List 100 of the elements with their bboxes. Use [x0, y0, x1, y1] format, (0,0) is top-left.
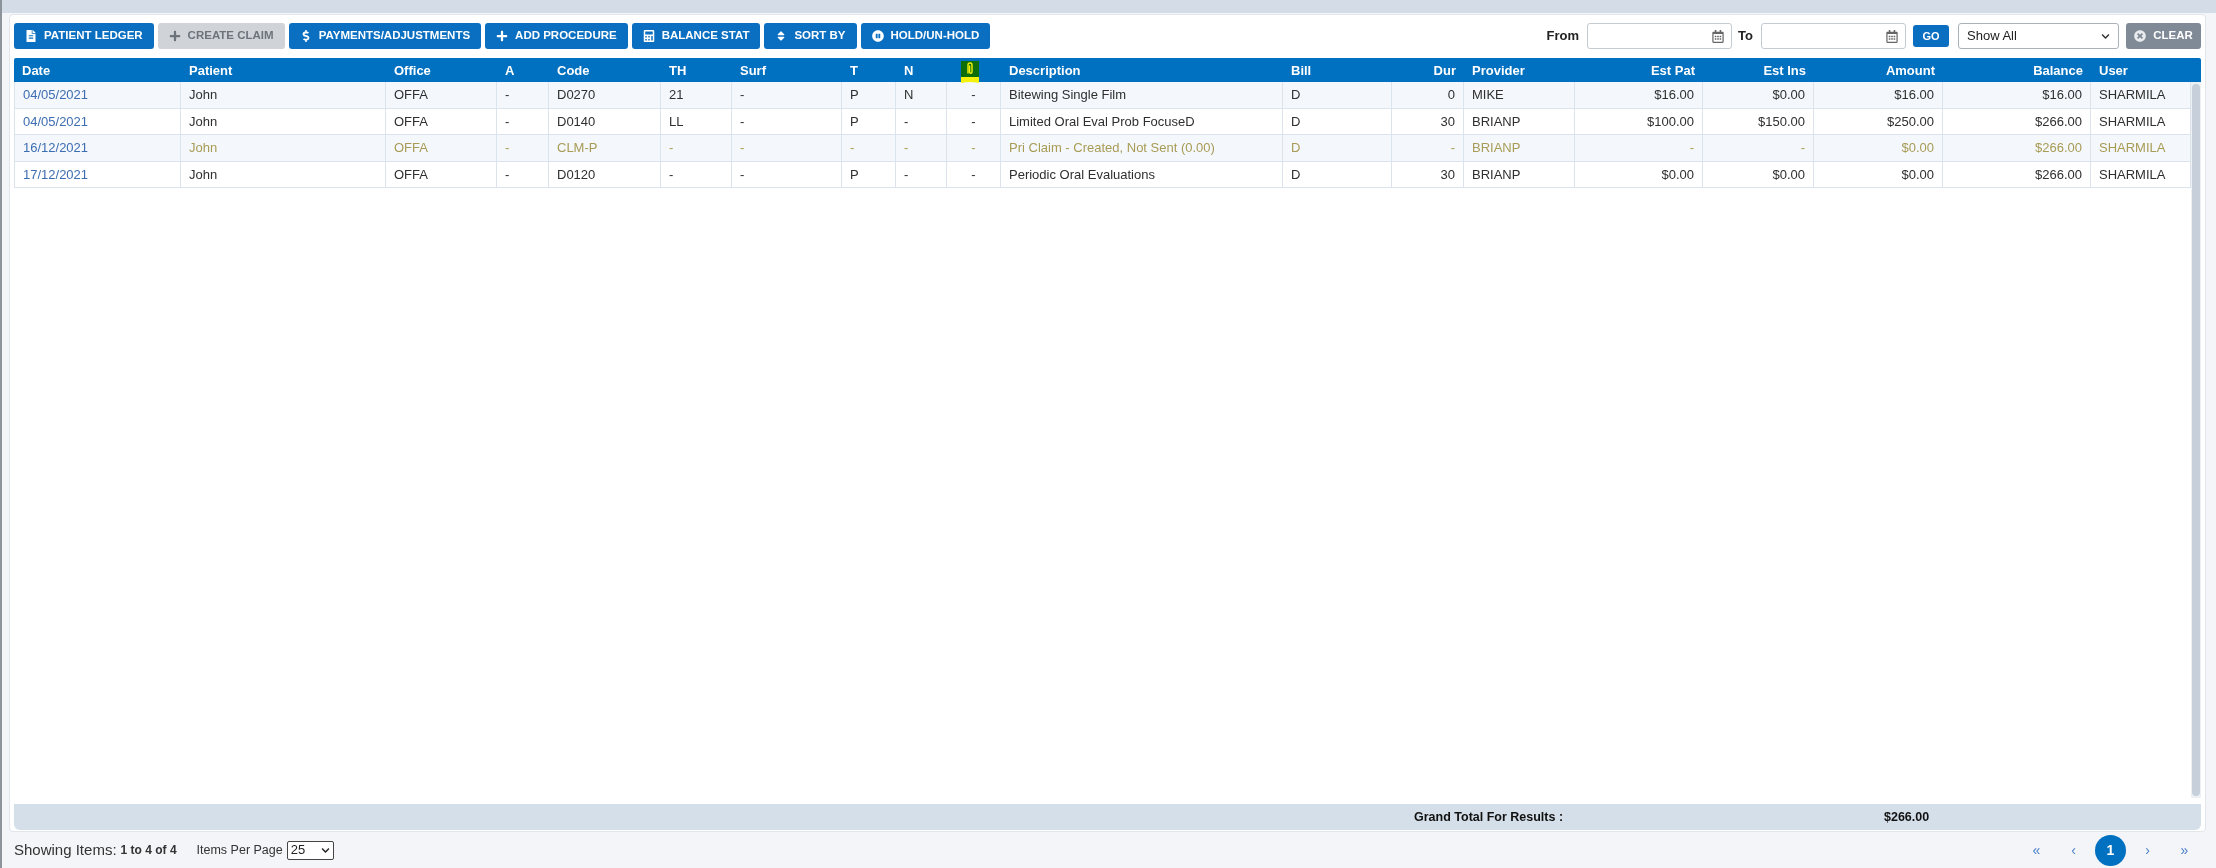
column-header[interactable]: Office [394, 61, 431, 81]
page-button[interactable]: » [2169, 834, 2200, 866]
table-row[interactable]: 04/05/2021 John OFFA - D0270 21 - P N - Bitewing Single Film D 0 MIKE $16.00 $0.00 $16.00 $16.00 SHARMILA [14, 82, 2191, 109]
toolbar-button[interactable]: HOLD/UN-HOLD [860, 23, 991, 49]
table-cell-text: D [1291, 165, 1301, 184]
grand-total-label: Grand Total For Results : [1414, 808, 1565, 826]
table-cell-text: - [505, 139, 510, 157]
table-cell-text: John [189, 139, 218, 157]
page-button[interactable]: « [2021, 834, 2052, 866]
date-link[interactable]: 04/05/2021 [23, 85, 89, 105]
table-cell-text: $266.00 [2035, 139, 2082, 157]
date-link[interactable]: 04/05/2021 [23, 111, 89, 131]
table-row[interactable]: 17/12/2021 John OFFA - D0120 - - P - - Periodic Oral Evaluations D 30 BRIANP $0.00 $0.00 $0.00 $266.00 SHARMILA [14, 161, 2191, 188]
table-cell-text: - [971, 165, 976, 184]
column-header[interactable]: Balance [2033, 61, 2083, 81]
table-cell-text: $16.00 [1894, 86, 1934, 104]
chevron-down-icon [2101, 31, 2110, 41]
column-header[interactable]: Bill [1291, 61, 1312, 81]
table-cell-text: - [1689, 139, 1694, 157]
column-header[interactable]: User [2099, 61, 2128, 81]
table-cell-text: - [971, 86, 976, 104]
table-cell-text: $0.00 [1772, 165, 1805, 184]
table-cell-text: $0.00 [1901, 139, 1934, 157]
column-header[interactable]: Date [22, 61, 51, 81]
close-icon [2134, 30, 2147, 42]
table-cell-text: P [850, 86, 859, 104]
page-button[interactable]: 1 [2095, 834, 2126, 866]
table-cell-text: - [740, 86, 745, 104]
highlighted-paperclip-icon [959, 60, 981, 84]
table-cell-text: - [971, 112, 976, 131]
table-cell-text: N [904, 86, 914, 104]
table-cell-text: $16.00 [2042, 86, 2082, 104]
toolbar-button[interactable]: SORT BY [764, 23, 857, 49]
column-header[interactable]: N [904, 61, 914, 81]
toolbar-button[interactable]: BALANCE STAT [631, 23, 761, 49]
showing-range: 1 to 4 of 4 [120, 842, 177, 859]
table-cell-text: - [669, 139, 674, 157]
table-cell-text: SHARMILA [2099, 165, 2166, 184]
table-cell-text: - [505, 86, 510, 104]
date-link[interactable]: 16/12/2021 [23, 138, 89, 158]
go-button[interactable]: GO [1913, 25, 1949, 47]
date-link[interactable]: 17/12/2021 [23, 164, 89, 184]
column-header[interactable]: Patient [189, 61, 233, 81]
column-header[interactable]: Provider [1472, 61, 1525, 81]
table-cell-text: John [189, 112, 218, 131]
table-cell-text: D0120 [557, 165, 596, 184]
table-cell-text: - [904, 165, 909, 184]
table-cell-text: $0.00 [1661, 165, 1694, 184]
table-cell-text: BRIANP [1472, 165, 1521, 184]
calculator-icon [642, 30, 655, 42]
table-row[interactable]: 04/05/2021 John OFFA - D0140 LL - P - - Limited Oral Eval Prob FocuseD D 30 BRIANP $100.00 $150.00 $250.00 $266.00 SHARMILA [14, 108, 2191, 135]
table-cell-text: - [740, 139, 745, 157]
table-cell-text: - [971, 139, 976, 157]
view-select[interactable]: Show All [1958, 23, 2119, 49]
plus-icon [496, 30, 509, 42]
calendar-icon [1712, 29, 1725, 43]
table-cell-text: - [669, 165, 674, 184]
page-button[interactable]: ‹ [2058, 834, 2089, 866]
table-cell-text: SHARMILA [2099, 112, 2166, 131]
column-header[interactable]: Amount [1885, 61, 1935, 81]
table-cell-text: $16.00 [1654, 86, 1694, 104]
table-row[interactable]: 16/12/2021 John OFFA - CLM-P - - - - - Pri Claim - Created, Not Sent (0.00) D - BRIANP - - $0.00 $266.00 SHARMILA [14, 135, 2191, 162]
to-label: To [1738, 27, 1753, 46]
table-cell-text: - [505, 112, 510, 131]
table-cell-text: $250.00 [1887, 112, 1934, 131]
per-page-label: Items Per Page [196, 841, 283, 859]
column-header[interactable]: Description [1009, 61, 1081, 81]
column-header[interactable]: A [505, 61, 515, 81]
document-icon [25, 30, 37, 42]
table-cell-text: $150.00 [1758, 112, 1805, 131]
table-cell-text: - [1450, 139, 1455, 157]
toolbar-button[interactable]: PATIENT LEDGER [14, 23, 154, 49]
toolbar-button[interactable]: PAYMENTS/ADJUSTMENTS [288, 23, 482, 49]
column-header[interactable]: Est Pat [1650, 61, 1695, 81]
column-header[interactable]: T [850, 61, 858, 81]
table-cell-text: $0.00 [1901, 165, 1934, 184]
column-header[interactable]: Code [557, 61, 590, 81]
table-cell-text: Bitewing Single Film [1009, 86, 1127, 104]
table-cell-text: - [505, 165, 510, 184]
column-header[interactable]: Dur [1433, 61, 1456, 81]
toolbar-button[interactable]: ADD PROCEDURE [485, 23, 628, 49]
table-cell-text: OFFA [394, 165, 428, 184]
date-field[interactable] [1761, 23, 1906, 49]
table-cell-text: $266.00 [2035, 165, 2082, 184]
page-button[interactable]: › [2132, 834, 2163, 866]
per-page-select[interactable]: 25 [286, 840, 334, 860]
grand-total-amount: $266.00 [1884, 808, 1930, 826]
column-header[interactable]: Est Ins [1763, 61, 1806, 81]
table-cell-text: D0270 [557, 86, 596, 104]
column-header[interactable]: Surf [740, 61, 766, 81]
clear-button[interactable]: CLEAR [2126, 23, 2201, 49]
table-cell-text: - [850, 139, 855, 157]
plus-icon [168, 30, 181, 42]
calendar-icon [1886, 29, 1898, 43]
chevron-down-icon [320, 845, 330, 855]
date-field[interactable] [1587, 23, 1733, 49]
table-cell-text: SHARMILA [2099, 139, 2166, 157]
table-cell-text: OFFA [394, 139, 428, 157]
table-cell-text: - [1800, 139, 1805, 157]
column-header[interactable]: TH [669, 61, 687, 81]
